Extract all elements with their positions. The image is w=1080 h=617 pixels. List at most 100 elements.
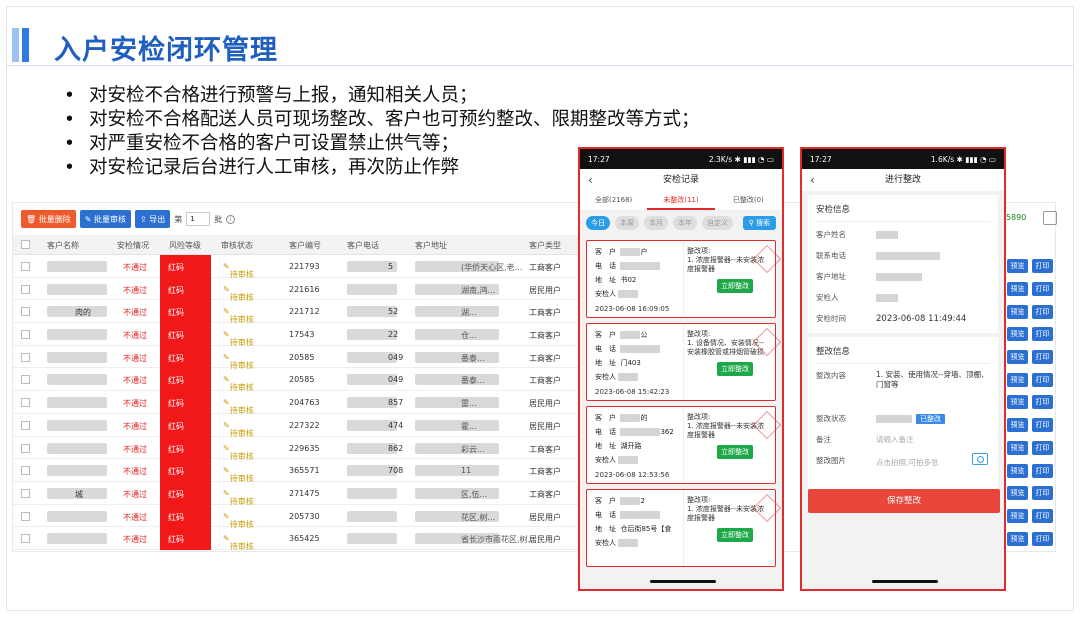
filter-week[interactable]: 本周 xyxy=(615,216,639,230)
print-button[interactable]: 打印 xyxy=(1032,304,1053,319)
review-status[interactable]: ✎ 待审核 xyxy=(223,285,254,302)
search-button[interactable]: ⚲ 搜索 xyxy=(742,216,776,230)
preview-button[interactable]: 预览 xyxy=(1007,486,1028,501)
review-status[interactable]: ✎ 待审核 xyxy=(223,466,254,483)
filter-today[interactable]: 今日 xyxy=(586,216,610,230)
record-card[interactable]: 客 户 公 电 话 地 址 门403 安检人 2023-06-08 15:42:… xyxy=(586,323,782,401)
filter-month[interactable]: 本月 xyxy=(644,216,668,230)
filter-custom[interactable]: 自定义 xyxy=(702,216,733,230)
preview-button[interactable]: 预览 xyxy=(1007,327,1028,342)
table-row[interactable]: 不通过 红码 ✎ 待审核 20585 049 番泰... 工商客户 xyxy=(13,345,578,370)
row-checkbox[interactable] xyxy=(21,330,30,340)
print-button[interactable]: 打印 xyxy=(1032,440,1053,455)
column-header[interactable]: 客户地址 xyxy=(415,240,447,251)
table-row[interactable]: 城 不通过 红码 ✎ 待审核 271475 区,伍... 工商客户 xyxy=(13,481,578,506)
print-button[interactable]: 打印 xyxy=(1032,508,1053,523)
review-status[interactable]: ✎ 待审核 xyxy=(223,398,254,415)
preview-button[interactable]: 预览 xyxy=(1007,508,1028,523)
select-all-checkbox[interactable] xyxy=(21,240,30,249)
batch-delete-button[interactable]: 🗑 批量删除 xyxy=(21,210,76,228)
fix-now-button[interactable]: 立即整改 xyxy=(717,362,753,376)
print-button[interactable]: 打印 xyxy=(1032,372,1053,387)
column-header[interactable]: 客户类型 xyxy=(529,240,561,251)
table-row[interactable]: 不通过 红码 ✎ 待审核 365571 708 11 工商客户 xyxy=(13,459,578,483)
row-checkbox[interactable] xyxy=(21,488,30,498)
review-status[interactable]: ✎ 待审核 xyxy=(223,489,254,506)
review-status[interactable]: ✎ 待审核 xyxy=(223,421,254,438)
column-header[interactable]: 安检情况 xyxy=(117,240,149,251)
print-button[interactable]: 打印 xyxy=(1032,259,1053,274)
row-checkbox[interactable] xyxy=(21,262,30,271)
print-button[interactable]: 打印 xyxy=(1032,350,1053,365)
table-row[interactable]: 不通过 红码 ✎ 待审核 221793 5 (华侨天心区,老... 工商客户 xyxy=(13,255,578,279)
row-checkbox[interactable] xyxy=(21,352,30,362)
table-row[interactable]: 不通过 红码 ✎ 待审核 365425 省长沙市雨花区,树... 居民用户 xyxy=(13,527,578,551)
batch-review-button[interactable]: ✎ 批量审核 xyxy=(79,210,131,228)
camera-icon[interactable] xyxy=(972,453,989,465)
review-status[interactable]: ✎ 待审核 xyxy=(223,512,254,529)
back-icon[interactable]: ‹ xyxy=(588,169,593,191)
filter-year[interactable]: 本年 xyxy=(673,216,697,230)
print-button[interactable]: 打印 xyxy=(1032,327,1053,342)
column-header[interactable]: 风险等级 xyxy=(169,240,201,251)
print-button[interactable]: 打印 xyxy=(1032,531,1053,546)
row-checkbox[interactable] xyxy=(21,375,30,385)
preview-button[interactable]: 预览 xyxy=(1007,350,1028,365)
print-button[interactable]: 打印 xyxy=(1032,463,1053,478)
review-status[interactable]: ✎ 待审核 xyxy=(223,534,254,551)
review-status[interactable]: ✎ 待审核 xyxy=(223,307,254,324)
grid-view-icon[interactable] xyxy=(1043,211,1057,225)
table-row[interactable]: 不通过 红码 ✎ 待审核 17543 22 仓... 工商客户 xyxy=(13,323,578,347)
row-checkbox[interactable] xyxy=(21,443,30,453)
table-row[interactable]: 不通过 红码 ✎ 待审核 20585 049 番泰... 工商客户 xyxy=(13,368,578,392)
preview-button[interactable]: 预览 xyxy=(1007,304,1028,319)
print-button[interactable]: 打印 xyxy=(1032,418,1053,433)
preview-button[interactable]: 预览 xyxy=(1007,463,1028,478)
page-input[interactable]: 1 xyxy=(186,212,211,226)
row-checkbox[interactable] xyxy=(21,398,30,408)
row-checkbox[interactable] xyxy=(21,466,30,476)
record-card[interactable]: 客 户 2 电 话 地 址 仓后街85号【食 安检人 整改项: 1. 浓度报警器… xyxy=(586,489,782,567)
review-status[interactable]: ✎ 待审核 xyxy=(223,262,254,279)
save-button[interactable]: 保存整改 xyxy=(808,489,1000,513)
tab-all[interactable]: 全部(2168) xyxy=(580,191,647,210)
table-row[interactable]: 肉的 不通过 红码 ✎ 待审核 221712 52 湖... 工商客户 xyxy=(13,300,578,324)
preview-button[interactable]: 预览 xyxy=(1007,259,1028,274)
preview-button[interactable]: 预览 xyxy=(1007,418,1028,433)
export-button[interactable]: ⇪ 导出 xyxy=(134,210,171,228)
row-checkbox[interactable] xyxy=(21,307,30,317)
review-status[interactable]: ✎ 待审核 xyxy=(223,330,254,347)
column-header[interactable]: 审核状态 xyxy=(221,240,253,251)
fix-now-button[interactable]: 立即整改 xyxy=(717,528,753,542)
row-checkbox[interactable] xyxy=(21,420,30,430)
preview-button[interactable]: 预览 xyxy=(1007,440,1028,455)
preview-button[interactable]: 预览 xyxy=(1007,395,1028,410)
preview-button[interactable]: 预览 xyxy=(1007,372,1028,387)
record-card[interactable]: 客 户 户 电 话 地 址 书02 安检人 2023-06-08 16:09:0… xyxy=(586,240,782,318)
tab-unfixed[interactable]: 未整改(11) xyxy=(647,191,715,210)
fix-now-button[interactable]: 立即整改 xyxy=(717,445,753,459)
status-tag[interactable]: 已整改 xyxy=(916,413,945,424)
review-status[interactable]: ✎ 待审核 xyxy=(223,375,254,392)
review-status[interactable]: ✎ 待审核 xyxy=(223,353,254,370)
print-button[interactable]: 打印 xyxy=(1032,282,1053,297)
fix-now-button[interactable]: 立即整改 xyxy=(717,279,753,293)
column-header[interactable]: 客户电话 xyxy=(347,240,379,251)
remark-input[interactable]: 请输入备注 xyxy=(876,434,990,445)
table-row[interactable]: 不通过 红码 ✎ 待审核 229635 862 彩云... 工商客户 xyxy=(13,436,578,461)
preview-button[interactable]: 预览 xyxy=(1007,282,1028,297)
preview-button[interactable]: 预览 xyxy=(1007,531,1028,546)
review-status[interactable]: ✎ 待审核 xyxy=(223,444,254,461)
row-checkbox[interactable] xyxy=(21,511,30,521)
back-icon[interactable]: ‹ xyxy=(810,169,815,191)
print-button[interactable]: 打印 xyxy=(1032,486,1053,501)
column-header[interactable]: 客户编号 xyxy=(289,240,321,251)
table-row[interactable]: 不通过 红码 ✎ 待审核 205730 花区,树... 居民用户 xyxy=(13,504,578,529)
record-card[interactable]: 客 户 的 电 话 362 地 址 湖开路 安检人 2023-06-08 12:… xyxy=(586,406,782,484)
table-row[interactable]: 不通过 红码 ✎ 待审核 227322 474 霍... 居民用户 xyxy=(13,413,578,438)
print-button[interactable]: 打印 xyxy=(1032,395,1053,410)
column-header[interactable]: 客户名称 xyxy=(47,240,79,251)
tab-fixed[interactable]: 已整改(0) xyxy=(715,191,782,210)
table-row[interactable]: 不通过 红码 ✎ 待审核 204763 857 雷... 居民用户 xyxy=(13,391,578,415)
row-checkbox[interactable] xyxy=(21,284,30,294)
